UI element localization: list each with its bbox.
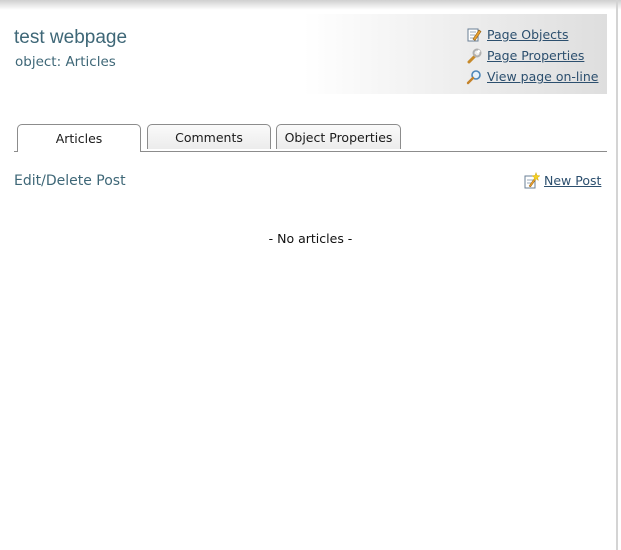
tab-label: Object Properties xyxy=(284,129,393,145)
object-subtitle: object: Articles xyxy=(15,54,116,70)
page-properties-link-row: Page Properties xyxy=(466,45,598,66)
edit-icon xyxy=(466,27,482,43)
new-post-icon xyxy=(523,171,541,189)
page-header: test webpage object: Articles Page Objec… xyxy=(0,14,607,94)
page-properties-link[interactable]: Page Properties xyxy=(487,48,584,63)
view-online-link-row: View page on-line xyxy=(466,66,598,87)
tab-articles[interactable]: Articles xyxy=(17,124,141,152)
page-title: test webpage xyxy=(14,27,128,48)
page-objects-link-row: Page Objects xyxy=(466,24,598,45)
new-post-link[interactable]: New Post xyxy=(544,173,601,188)
page-objects-link[interactable]: Page Objects xyxy=(487,27,568,42)
view-online-link[interactable]: View page on-line xyxy=(487,69,598,84)
right-border xyxy=(616,0,618,550)
tab-label: Articles xyxy=(55,131,103,146)
tab-comments[interactable]: Comments xyxy=(147,124,271,149)
top-shadow xyxy=(0,0,621,10)
wrench-icon xyxy=(466,48,482,64)
new-post-row: New Post xyxy=(523,171,601,189)
tab-bar: Articles Comments Object Properties xyxy=(14,124,607,152)
section-title: Edit/Delete Post xyxy=(14,173,126,189)
magnifier-icon xyxy=(466,69,482,85)
tab-label: Comments xyxy=(175,129,243,145)
tab-object-properties[interactable]: Object Properties xyxy=(276,124,401,149)
header-links: Page Objects Page Properties View page o… xyxy=(466,24,598,87)
empty-message: - No articles - xyxy=(268,231,353,246)
